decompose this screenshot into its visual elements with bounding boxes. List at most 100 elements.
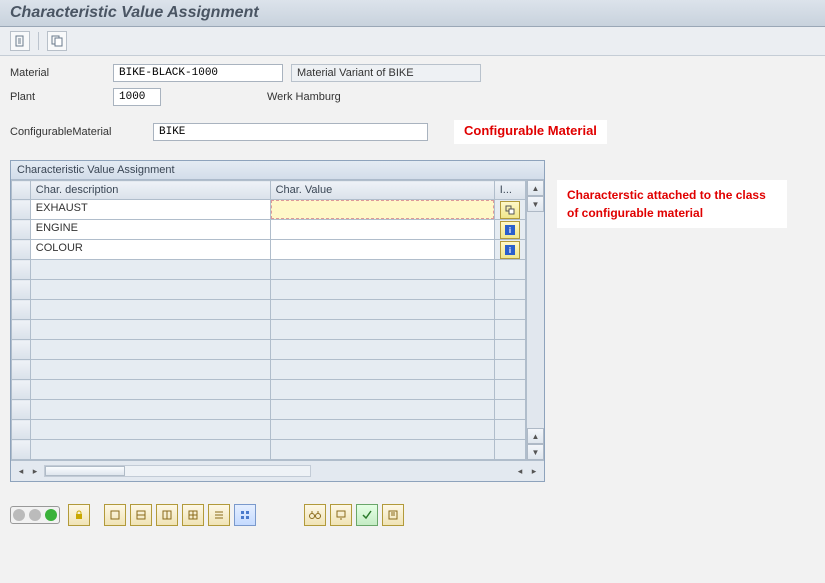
toolbar-btn-2[interactable] [47,31,67,51]
cell-char-description[interactable] [30,400,270,420]
row-header[interactable] [12,420,31,440]
footer-btn-4[interactable] [182,504,204,526]
cell-info[interactable] [494,280,525,300]
cell-char-value[interactable] [270,220,494,240]
vertical-scrollbar[interactable]: ▲ ▼ ▲ ▼ [526,180,544,460]
footer-btn-2[interactable] [130,504,152,526]
horizontal-scrollbar[interactable]: ◂ ▸ ◂ ▸ [11,460,544,481]
cell-info[interactable] [494,320,525,340]
table-row[interactable] [12,420,526,440]
cell-info[interactable] [494,260,525,280]
col-info[interactable]: I... [494,181,525,200]
row-header[interactable] [12,240,31,260]
col-char-description[interactable]: Char. description [30,181,270,200]
cell-info[interactable]: i [494,220,525,240]
footer-btn-5[interactable] [208,504,230,526]
cell-char-description[interactable] [30,280,270,300]
col-char-value[interactable]: Char. Value [270,181,494,200]
info-button[interactable]: i [500,241,520,259]
table-row[interactable] [12,320,526,340]
scroll-bottom-up-button[interactable]: ▲ [527,428,544,444]
cell-char-description[interactable]: EXHAUST [30,200,270,220]
cell-info[interactable] [494,300,525,320]
table-row[interactable]: ENGINE i [12,220,526,240]
table-row[interactable]: COLOUR i [12,240,526,260]
footer-btn-8[interactable] [356,504,378,526]
scroll-bottom-down-button[interactable]: ▼ [527,444,544,460]
footer-btn-find[interactable] [304,504,326,526]
row-header[interactable] [12,360,31,380]
row-header[interactable] [12,300,31,320]
cell-info[interactable] [494,340,525,360]
cell-char-description[interactable] [30,300,270,320]
footer-btn-6[interactable] [234,504,256,526]
row-header[interactable] [12,280,31,300]
material-input[interactable] [113,64,283,82]
table-row[interactable] [12,440,526,460]
cell-char-description[interactable] [30,380,270,400]
scroll-down-button[interactable]: ▼ [527,196,544,212]
cell-char-value[interactable] [270,240,494,260]
hscroll-left-start[interactable]: ◂ [14,464,28,478]
cell-char-value[interactable] [270,320,494,340]
row-header[interactable] [12,380,31,400]
cell-char-value[interactable] [270,260,494,280]
cell-char-value[interactable] [270,420,494,440]
cell-char-description[interactable] [30,320,270,340]
info-button[interactable]: i [500,221,520,239]
plant-input[interactable] [113,88,161,106]
cell-info[interactable] [494,400,525,420]
value-help-button[interactable] [500,201,520,219]
cell-info[interactable] [494,200,525,220]
cell-char-value[interactable] [270,440,494,460]
table-row[interactable] [12,400,526,420]
cell-char-description[interactable] [30,360,270,380]
cell-char-description[interactable]: ENGINE [30,220,270,240]
cell-info[interactable] [494,440,525,460]
footer-btn-3[interactable] [156,504,178,526]
hscroll-right[interactable]: ◂ [513,464,527,478]
cell-info[interactable] [494,420,525,440]
row-header[interactable] [12,200,31,220]
char-value-input[interactable] [271,240,494,259]
cell-char-description[interactable] [30,260,270,280]
cell-char-description[interactable] [30,440,270,460]
cell-char-value[interactable] [270,280,494,300]
cell-char-value[interactable] [270,300,494,320]
footer-btn-1[interactable] [104,504,126,526]
cell-char-value[interactable] [270,200,494,220]
row-header[interactable] [12,340,31,360]
cell-char-description[interactable]: COLOUR [30,240,270,260]
cell-info[interactable] [494,360,525,380]
row-header[interactable] [12,320,31,340]
char-value-input[interactable] [271,220,494,239]
cell-char-description[interactable] [30,340,270,360]
footer-btn-lock[interactable] [68,504,90,526]
table-row[interactable] [12,340,526,360]
row-header[interactable] [12,400,31,420]
config-material-input[interactable] [153,123,428,141]
table-row[interactable] [12,380,526,400]
hscroll-track[interactable] [44,465,311,477]
table-row[interactable] [12,300,526,320]
footer-btn-7[interactable] [330,504,352,526]
hscroll-left[interactable]: ▸ [28,464,42,478]
toolbar-btn-1[interactable] [10,31,30,51]
cell-char-value[interactable] [270,340,494,360]
row-header[interactable] [12,260,31,280]
row-header[interactable] [12,220,31,240]
hscroll-right-end[interactable]: ▸ [527,464,541,478]
cell-char-value[interactable] [270,400,494,420]
scroll-up-button[interactable]: ▲ [527,180,544,196]
cell-info[interactable]: i [494,240,525,260]
cell-char-value[interactable] [270,360,494,380]
table-row[interactable] [12,360,526,380]
table-row[interactable] [12,280,526,300]
cell-info[interactable] [494,380,525,400]
row-header[interactable] [12,440,31,460]
footer-btn-9[interactable] [382,504,404,526]
table-row[interactable] [12,260,526,280]
hscroll-thumb[interactable] [45,466,125,476]
char-value-input[interactable] [271,200,494,219]
cell-char-description[interactable] [30,420,270,440]
